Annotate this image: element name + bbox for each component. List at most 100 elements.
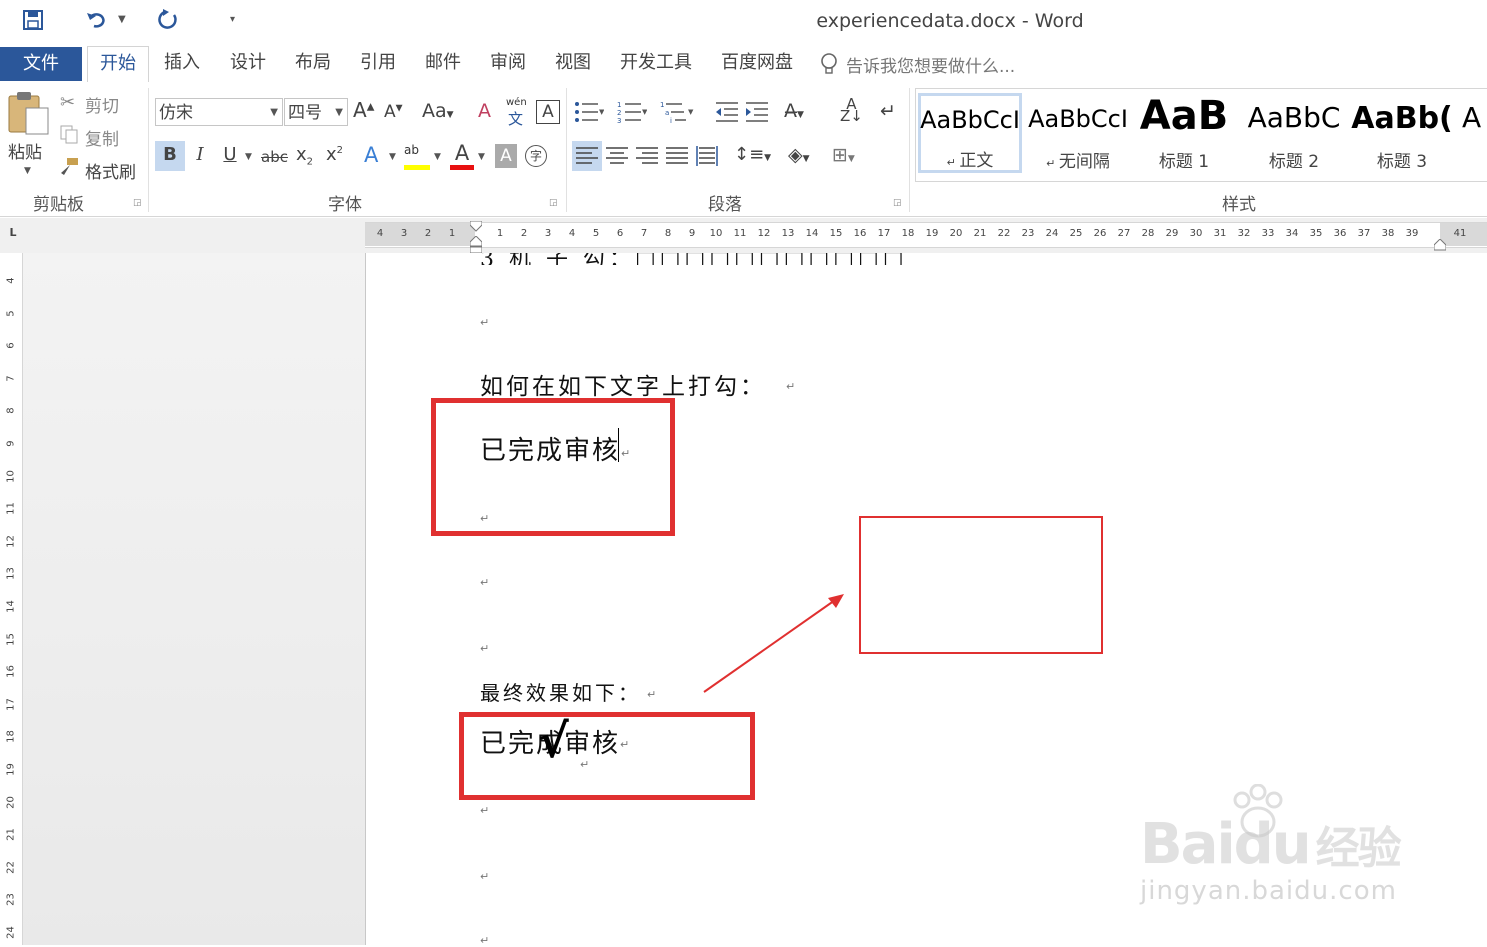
- svg-text:2: 2: [617, 109, 621, 117]
- paste-button[interactable]: 粘贴: [8, 138, 42, 163]
- highlight-box-before: [431, 398, 675, 536]
- tab-layout[interactable]: 布局: [283, 44, 343, 82]
- highlight-dropdown-icon[interactable]: ▼: [434, 152, 441, 162]
- font-color-icon[interactable]: A: [450, 141, 474, 165]
- style-preview[interactable]: A: [1462, 101, 1487, 134]
- style-heading-1[interactable]: AaB 标题 1: [1132, 93, 1236, 173]
- ruler-tick-label: 23: [1021, 228, 1035, 239]
- style-heading-2[interactable]: AaBbC 标题 2: [1242, 93, 1346, 173]
- shrink-font-icon[interactable]: A▼: [384, 102, 403, 122]
- style-normal[interactable]: AaBbCcI ↵ 正文: [918, 93, 1022, 173]
- subscript-icon[interactable]: x2: [296, 144, 313, 168]
- enclose-characters-icon[interactable]: 字: [525, 145, 547, 167]
- style-name: 标题 2: [1268, 152, 1320, 172]
- chinese-layout-icon[interactable]: A̶▼: [784, 100, 804, 122]
- paste-dropdown-icon[interactable]: ▼: [24, 166, 31, 176]
- text-effects-icon[interactable]: A: [364, 143, 378, 167]
- tab-mailings[interactable]: 邮件: [413, 44, 473, 82]
- character-shading-icon[interactable]: A: [495, 144, 517, 168]
- svg-text:▼: ▼: [599, 108, 604, 116]
- multilevel-list-icon[interactable]: 1 a i ▼: [660, 100, 696, 125]
- divider: [148, 88, 149, 212]
- tab-baidu-netdisk[interactable]: 百度网盘: [709, 44, 805, 82]
- grow-font-icon[interactable]: A▲: [353, 98, 374, 122]
- vertical-ruler[interactable]: 4 5 6 7 8 9 10 11 12 13 14 15 16 17 18 19 20 21 22 23 24: [0, 253, 23, 945]
- underline-icon[interactable]: U: [220, 144, 240, 165]
- ruler-tick-label: 28: [1141, 228, 1155, 239]
- character-border-icon[interactable]: A: [536, 100, 560, 124]
- tab-home[interactable]: 开始: [87, 46, 149, 84]
- tab-file[interactable]: 文件: [0, 47, 82, 81]
- ruler-tick-label: 2: [424, 228, 432, 239]
- font-size-combo[interactable]: 四号 ▼: [284, 98, 348, 126]
- font-group-label: 字体: [328, 195, 362, 215]
- ruler-tick-label: 7: [640, 228, 648, 239]
- style-no-spacing[interactable]: AaBbCcI ↵ 无间隔: [1026, 93, 1130, 173]
- tab-developer[interactable]: 开发工具: [608, 44, 704, 82]
- svg-text:▼: ▼: [642, 108, 647, 116]
- ruler-tick-label: 4: [376, 228, 384, 239]
- borders-icon[interactable]: ⊞▼: [832, 144, 855, 166]
- bold-icon[interactable]: B: [155, 144, 185, 165]
- shading-icon[interactable]: ◈▼: [788, 144, 810, 166]
- bullets-icon[interactable]: ▼: [574, 100, 605, 124]
- increase-indent-icon[interactable]: [744, 100, 770, 124]
- paragraph-launcher-icon[interactable]: ◲: [893, 198, 902, 208]
- decrease-indent-icon[interactable]: [714, 100, 740, 124]
- tell-me-search[interactable]: 告诉我您想要做什么...: [846, 52, 1015, 77]
- ruler-tick-label: 39: [1405, 228, 1419, 239]
- format-painter-button[interactable]: 格式刷: [85, 158, 136, 183]
- tab-review[interactable]: 审阅: [478, 44, 538, 82]
- show-marks-icon[interactable]: ↵: [880, 100, 896, 122]
- ruler-tick-label: 38: [1381, 228, 1395, 239]
- ruler-tick-label: 27: [1117, 228, 1131, 239]
- copy-icon[interactable]: [60, 125, 80, 145]
- align-right-icon[interactable]: [636, 146, 658, 166]
- tab-references[interactable]: 引用: [348, 44, 408, 82]
- highlight-icon[interactable]: ab: [404, 143, 430, 171]
- window-title: experiencedata.docx - Word: [816, 10, 1084, 32]
- align-left-icon[interactable]: [576, 146, 598, 166]
- cut-button[interactable]: 剪切: [85, 92, 119, 117]
- ruler-tick-label: 21: [973, 228, 987, 239]
- font-launcher-icon[interactable]: ◲: [549, 198, 558, 208]
- ruler-tick-label: 10: [5, 469, 17, 483]
- ruler-tick-label: 19: [925, 228, 939, 239]
- hanging-indent-marker[interactable]: [469, 235, 483, 254]
- first-line-indent-marker[interactable]: [469, 218, 483, 232]
- sort-icon[interactable]: A Z↓: [840, 97, 863, 124]
- align-center-icon[interactable]: [606, 146, 628, 166]
- justify-icon[interactable]: [666, 146, 688, 166]
- italic-icon[interactable]: I: [190, 144, 210, 165]
- line-spacing-icon[interactable]: ↕≡▼: [734, 144, 771, 165]
- numbering-icon[interactable]: 1 2 3 ▼: [617, 100, 648, 125]
- doc-result-line[interactable]: 最终效果如下：: [480, 677, 641, 706]
- text-effects-dropdown-icon[interactable]: ▼: [389, 152, 396, 162]
- doc-question-line[interactable]: 如何在如下文字上打勾：: [480, 367, 766, 401]
- ruler-tick-label: 16: [853, 228, 867, 239]
- tab-view[interactable]: 视图: [543, 44, 603, 82]
- cut-icon[interactable]: ✂: [60, 92, 75, 113]
- copy-button[interactable]: 复制: [85, 125, 119, 150]
- tab-insert[interactable]: 插入: [152, 44, 212, 82]
- font-name-combo[interactable]: 仿宋 ▼: [155, 98, 283, 126]
- style-preview: AaB: [1139, 93, 1229, 139]
- clipboard-launcher-icon[interactable]: ◲: [133, 198, 142, 208]
- ruler-tick-label: 9: [688, 228, 696, 239]
- right-indent-marker[interactable]: [1433, 236, 1447, 251]
- change-case-button[interactable]: Aa▼: [422, 100, 454, 122]
- phonetic-guide-icon[interactable]: 文: [508, 108, 523, 129]
- clipboard-group-label: 剪贴板: [33, 195, 84, 215]
- strikethrough-icon[interactable]: abc: [261, 148, 288, 166]
- font-color-dropdown-icon[interactable]: ▼: [478, 152, 485, 162]
- ruler-tick-label: 7: [5, 375, 17, 382]
- format-painter-icon[interactable]: [58, 157, 80, 179]
- tab-design[interactable]: 设计: [218, 44, 278, 82]
- ruler-tick-label: 8: [664, 228, 672, 239]
- underline-dropdown-icon[interactable]: ▼: [245, 152, 252, 162]
- paste-icon[interactable]: [6, 90, 50, 136]
- distributed-icon[interactable]: [696, 146, 718, 166]
- style-heading-3[interactable]: AaBb( 标题 3: [1350, 93, 1454, 173]
- superscript-icon[interactable]: x2: [326, 144, 343, 165]
- clear-formatting-icon[interactable]: A: [478, 100, 491, 122]
